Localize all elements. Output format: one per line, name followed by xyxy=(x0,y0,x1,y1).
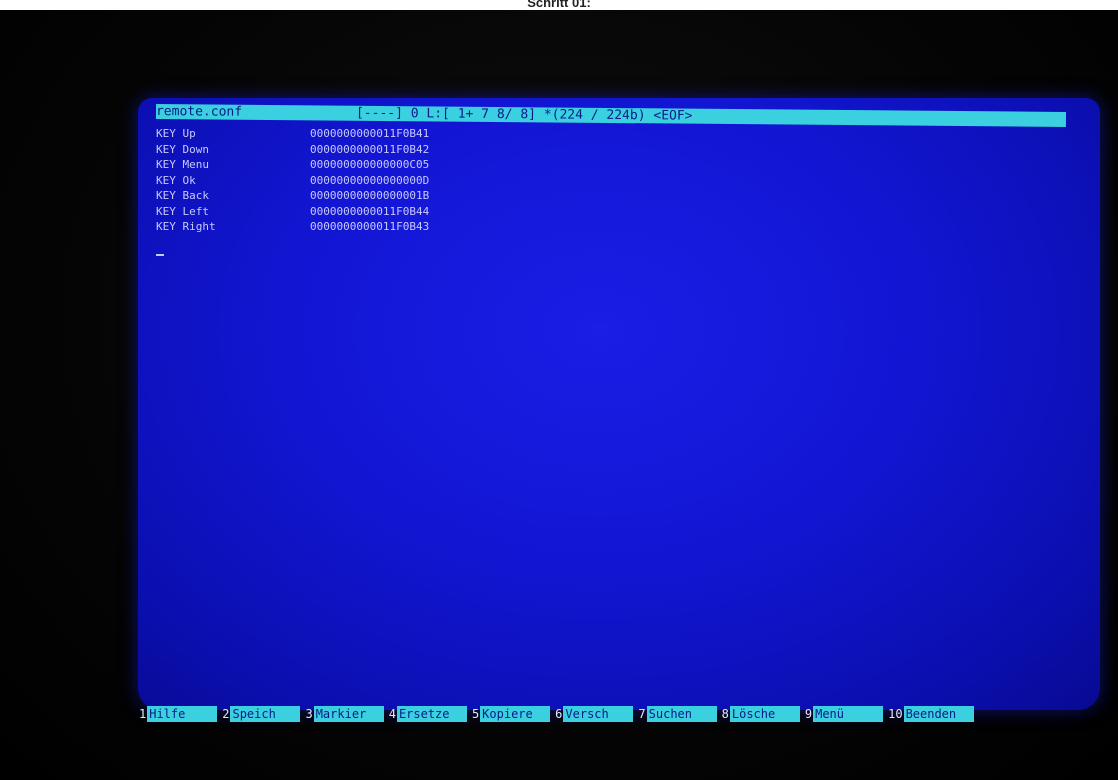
editor-title-bar: remote.conf [----] 0 L:[ 1+ 7 8/ 8] *(22… xyxy=(155,104,1067,127)
fkey-number: 1 xyxy=(139,707,147,721)
fkey-number: 10 xyxy=(888,707,903,721)
fkey-number: 4 xyxy=(388,707,396,721)
fkey-copy[interactable]: 5 Kopiere xyxy=(471,706,551,722)
crt-screen: remote.conf [----] 0 L:[ 1+ 7 8/ 8] *(22… xyxy=(138,98,1100,710)
line-key: KEY Menu xyxy=(156,158,209,171)
line-code: 0000000000011F0B44 xyxy=(310,204,430,218)
photo-caption-text: Schritt 01: xyxy=(527,0,591,10)
editor-line: KEY Right 0000000000011F0B43 xyxy=(156,219,1056,235)
fkey-number: 2 xyxy=(222,707,230,721)
editor-filename: remote.conf xyxy=(155,104,243,120)
fkey-label: Versch xyxy=(563,706,634,722)
fkey-number: 3 xyxy=(305,707,313,721)
editor-status: [----] 0 L:[ 1+ 7 8/ 8] *(224 / 224b) <E… xyxy=(355,105,693,124)
fkey-number: 5 xyxy=(471,707,480,721)
line-code: 0000000000011F0B43 xyxy=(310,220,430,233)
line-key: KEY Back xyxy=(156,189,209,202)
fkey-label: Kopiere xyxy=(480,706,551,722)
line-code: 0000000000011F0B41 xyxy=(310,127,430,140)
line-key: KEY Right xyxy=(156,220,216,233)
line-key: KEY Left xyxy=(156,204,209,218)
fkey-label: Beenden xyxy=(903,706,974,722)
fkey-label: Menü xyxy=(813,706,884,722)
fkey-number: 7 xyxy=(638,707,646,721)
fkey-number: 6 xyxy=(555,707,563,721)
fkey-help[interactable]: 1 Hilfe xyxy=(138,706,218,722)
line-code: 00000000000000000D xyxy=(310,173,430,187)
fkey-replace[interactable]: 4 Ersetze xyxy=(388,706,467,722)
fkey-number: 8 xyxy=(721,707,729,721)
editor-line: KEY Ok 00000000000000000D xyxy=(156,173,1056,189)
fkey-label: Ersetze xyxy=(396,706,467,722)
fkey-label: Suchen xyxy=(646,706,717,722)
fkey-mark[interactable]: 3 Markier xyxy=(304,706,384,722)
editor-line: KEY Up 0000000000011F0B41 xyxy=(156,126,1056,142)
editor-line: KEY Back 00000000000000001B xyxy=(156,188,1056,204)
fkey-delete[interactable]: 8 Lösche xyxy=(721,706,800,722)
fkey-save[interactable]: 2 Speich xyxy=(221,706,301,722)
line-key: KEY Up xyxy=(156,127,196,140)
function-key-bar: 1 Hilfe 2 Speich 3 Markier 4 Ersetze 5 K… xyxy=(138,706,1018,722)
fkey-label: Markier xyxy=(313,706,384,722)
fkey-number: 9 xyxy=(804,707,813,721)
editor-line: KEY Down 0000000000011F0B42 xyxy=(156,142,1056,158)
fkey-label: Hilfe xyxy=(147,706,218,722)
editor-line: KEY Left 0000000000011F0B44 xyxy=(156,204,1056,220)
fkey-label: Speich xyxy=(230,706,301,722)
line-code: 000000000000000C05 xyxy=(310,158,430,171)
line-code: 00000000000000001B xyxy=(310,189,430,202)
editor-line: KEY Menu 000000000000000C05 xyxy=(156,157,1056,173)
photo-caption: Schritt 01: xyxy=(0,0,1118,10)
fkey-move[interactable]: 6 Versch xyxy=(554,706,634,722)
line-code: 0000000000011F0B42 xyxy=(310,142,430,156)
fkey-search[interactable]: 7 Suchen xyxy=(637,706,717,722)
line-key: KEY Down xyxy=(156,142,209,156)
fkey-quit[interactable]: 10 Beenden xyxy=(887,706,974,722)
line-key: KEY Ok xyxy=(156,173,196,187)
editor-text-area[interactable]: KEY Up 0000000000011F0B41 KEY Down 00000… xyxy=(156,126,1056,235)
fkey-menu[interactable]: 9 Menü xyxy=(804,706,884,722)
fkey-label: Lösche xyxy=(729,706,800,722)
text-cursor xyxy=(156,254,164,256)
